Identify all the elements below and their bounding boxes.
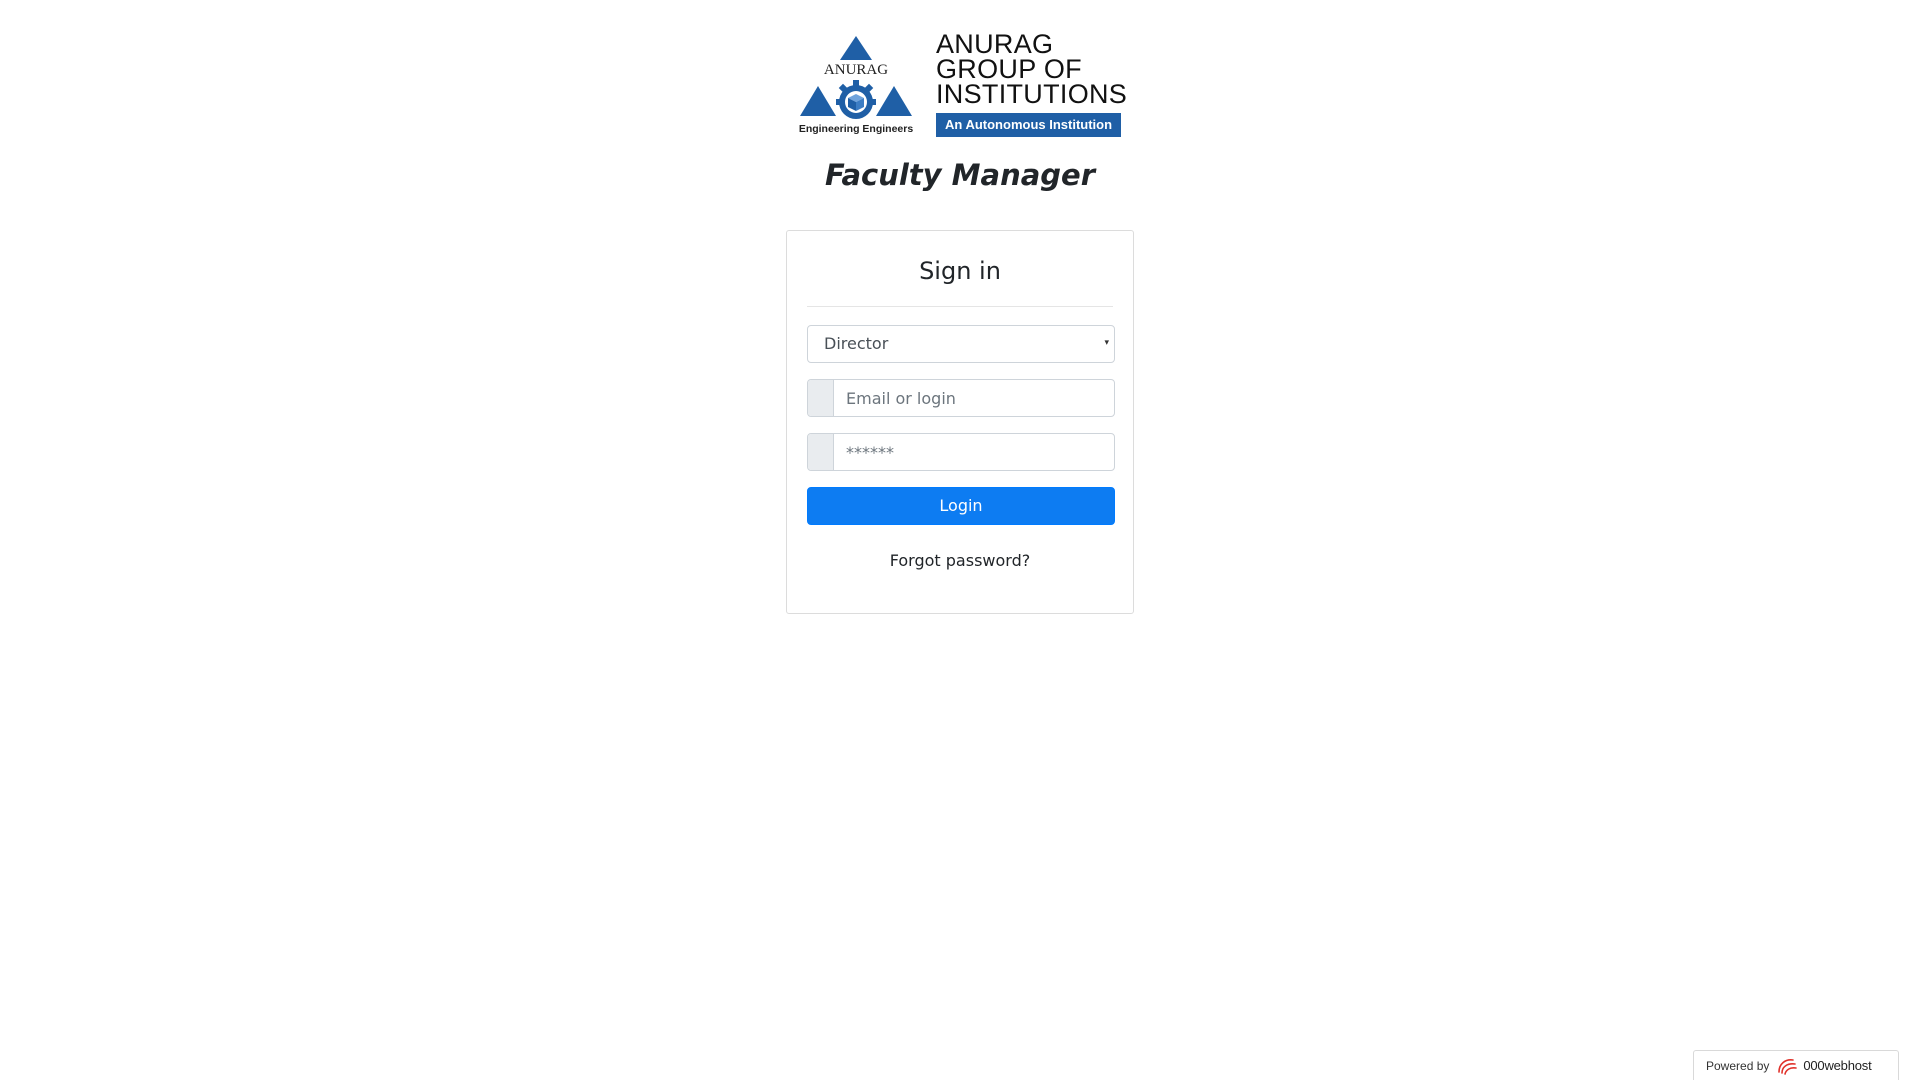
login-button[interactable]: Login: [807, 487, 1115, 525]
institution-logo: ANURAG Engineering Engineers ANURAG GROU…: [796, 30, 1128, 137]
chevron-down-icon: ▾: [1104, 338, 1109, 348]
webhost-brand: 000webhost: [1803, 1058, 1872, 1073]
login-page: ANURAG Engineering Engineers ANURAG GROU…: [0, 0, 1920, 1080]
password-addon: [808, 434, 834, 470]
page-title: Faculty Manager: [824, 158, 1096, 192]
emblem-caption: Engineering Engineers: [799, 123, 914, 135]
signin-heading: Sign in: [919, 257, 1001, 285]
powered-by-badge[interactable]: Powered by 000webhost: [1693, 1050, 1899, 1080]
forgot-password-link[interactable]: Forgot password?: [787, 549, 1133, 573]
webhost-swirl-icon: [1778, 1058, 1798, 1075]
email-addon: [808, 380, 834, 416]
password-field[interactable]: [834, 434, 1114, 470]
password-input-group: [807, 433, 1115, 471]
email-field[interactable]: [834, 380, 1114, 416]
emblem-label: ANURAG: [824, 62, 888, 78]
heading-divider: [807, 306, 1113, 307]
role-select[interactable]: Director ▾: [807, 325, 1115, 363]
logo-wordmark: ANURAG GROUP OF INSTITUTIONS An Autonomo…: [936, 31, 1128, 137]
email-input-group: [807, 379, 1115, 417]
logo-tagline: An Autonomous Institution: [936, 113, 1122, 137]
logo-line-3: INSTITUTIONS: [936, 79, 1128, 109]
role-select-value: Director: [824, 334, 889, 353]
powered-by-text: Powered by: [1706, 1058, 1770, 1073]
signin-card: Sign in Director ▾ Login Forgot password…: [786, 230, 1134, 614]
anurag-emblem-icon: ANURAG Engineering Engineers: [799, 36, 914, 135]
